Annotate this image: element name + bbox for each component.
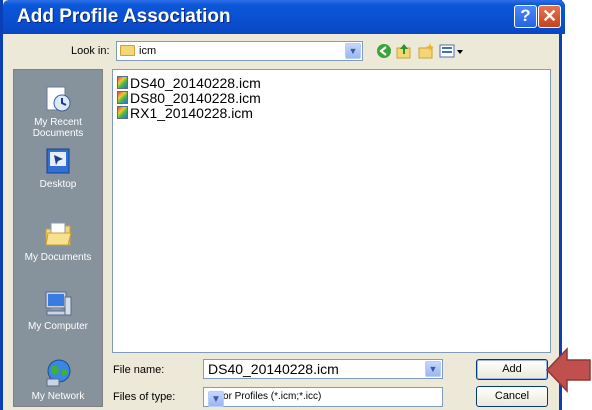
chevron-down-icon[interactable]: ▼ xyxy=(425,361,441,377)
file-type-label: Files of type: xyxy=(113,391,176,403)
place-my-recent-documents[interactable]: My Recent Documents xyxy=(14,84,102,139)
pointer-arrow-icon xyxy=(545,347,591,393)
new-folder-icon[interactable] xyxy=(417,42,435,60)
dialog-title: Add Profile Association xyxy=(17,6,231,27)
add-button[interactable]: Add xyxy=(476,359,548,380)
up-folder-icon[interactable] xyxy=(395,42,413,60)
place-label: Desktop xyxy=(39,179,77,190)
my-network-icon xyxy=(43,358,73,388)
close-button[interactable]: ✕ xyxy=(538,5,561,28)
list-item[interactable]: DS80_20140228.icm xyxy=(117,90,261,106)
file-name: DS80_20140228.icm xyxy=(130,90,261,106)
place-label: My Computer xyxy=(27,321,88,332)
place-my-computer[interactable]: My Computer xyxy=(14,288,102,332)
file-name-input[interactable] xyxy=(208,361,416,377)
color-profile-icon xyxy=(117,76,128,89)
file-name: RX1_20140228.icm xyxy=(130,105,253,121)
desktop-icon xyxy=(43,146,73,176)
views-menu-icon[interactable] xyxy=(438,42,466,60)
place-my-network[interactable]: My Network xyxy=(14,358,102,402)
my-computer-icon xyxy=(43,288,73,318)
place-desktop[interactable]: Desktop xyxy=(14,146,102,190)
cancel-button[interactable]: Cancel xyxy=(476,386,548,407)
place-label: My Recent Documents xyxy=(32,117,84,139)
look-in-combo[interactable]: icm ▼ xyxy=(116,41,363,61)
places-bar: My Recent Documents Desktop My Documents… xyxy=(13,69,103,407)
color-profile-icon xyxy=(117,91,128,104)
look-in-label: Look in: xyxy=(71,45,110,57)
chevron-down-icon[interactable]: ▼ xyxy=(345,43,361,59)
file-type-select[interactable]: Color Profiles (*.icm;*.icc) ▼ xyxy=(203,387,443,407)
back-icon[interactable] xyxy=(375,42,393,60)
file-name-label: File name: xyxy=(113,364,165,376)
list-item[interactable]: RX1_20140228.icm xyxy=(117,105,253,121)
my-documents-icon xyxy=(43,219,73,249)
list-item[interactable]: DS40_20140228.icm xyxy=(117,75,261,91)
dialog-window: Add Profile Association ? ✕ Look in: icm… xyxy=(0,0,565,410)
place-label: My Network xyxy=(31,391,85,402)
look-in-value: icm xyxy=(139,45,157,57)
help-button[interactable]: ? xyxy=(514,5,537,28)
file-list[interactable]: DS40_20140228.icm DS80_20140228.icm RX1_… xyxy=(112,69,551,353)
title-bar[interactable]: Add Profile Association ? ✕ xyxy=(3,0,565,34)
place-my-documents[interactable]: My Documents xyxy=(14,219,102,263)
place-label: My Documents xyxy=(24,252,92,263)
file-name-field[interactable]: ▼ xyxy=(203,359,443,379)
file-name: DS40_20140228.icm xyxy=(130,75,261,91)
chevron-down-icon[interactable]: ▼ xyxy=(208,391,224,407)
folder-icon xyxy=(120,45,135,56)
file-type-value: Color Profiles (*.icm;*.icc) xyxy=(208,391,322,402)
recent-documents-icon xyxy=(43,84,73,114)
color-profile-icon xyxy=(117,106,128,119)
